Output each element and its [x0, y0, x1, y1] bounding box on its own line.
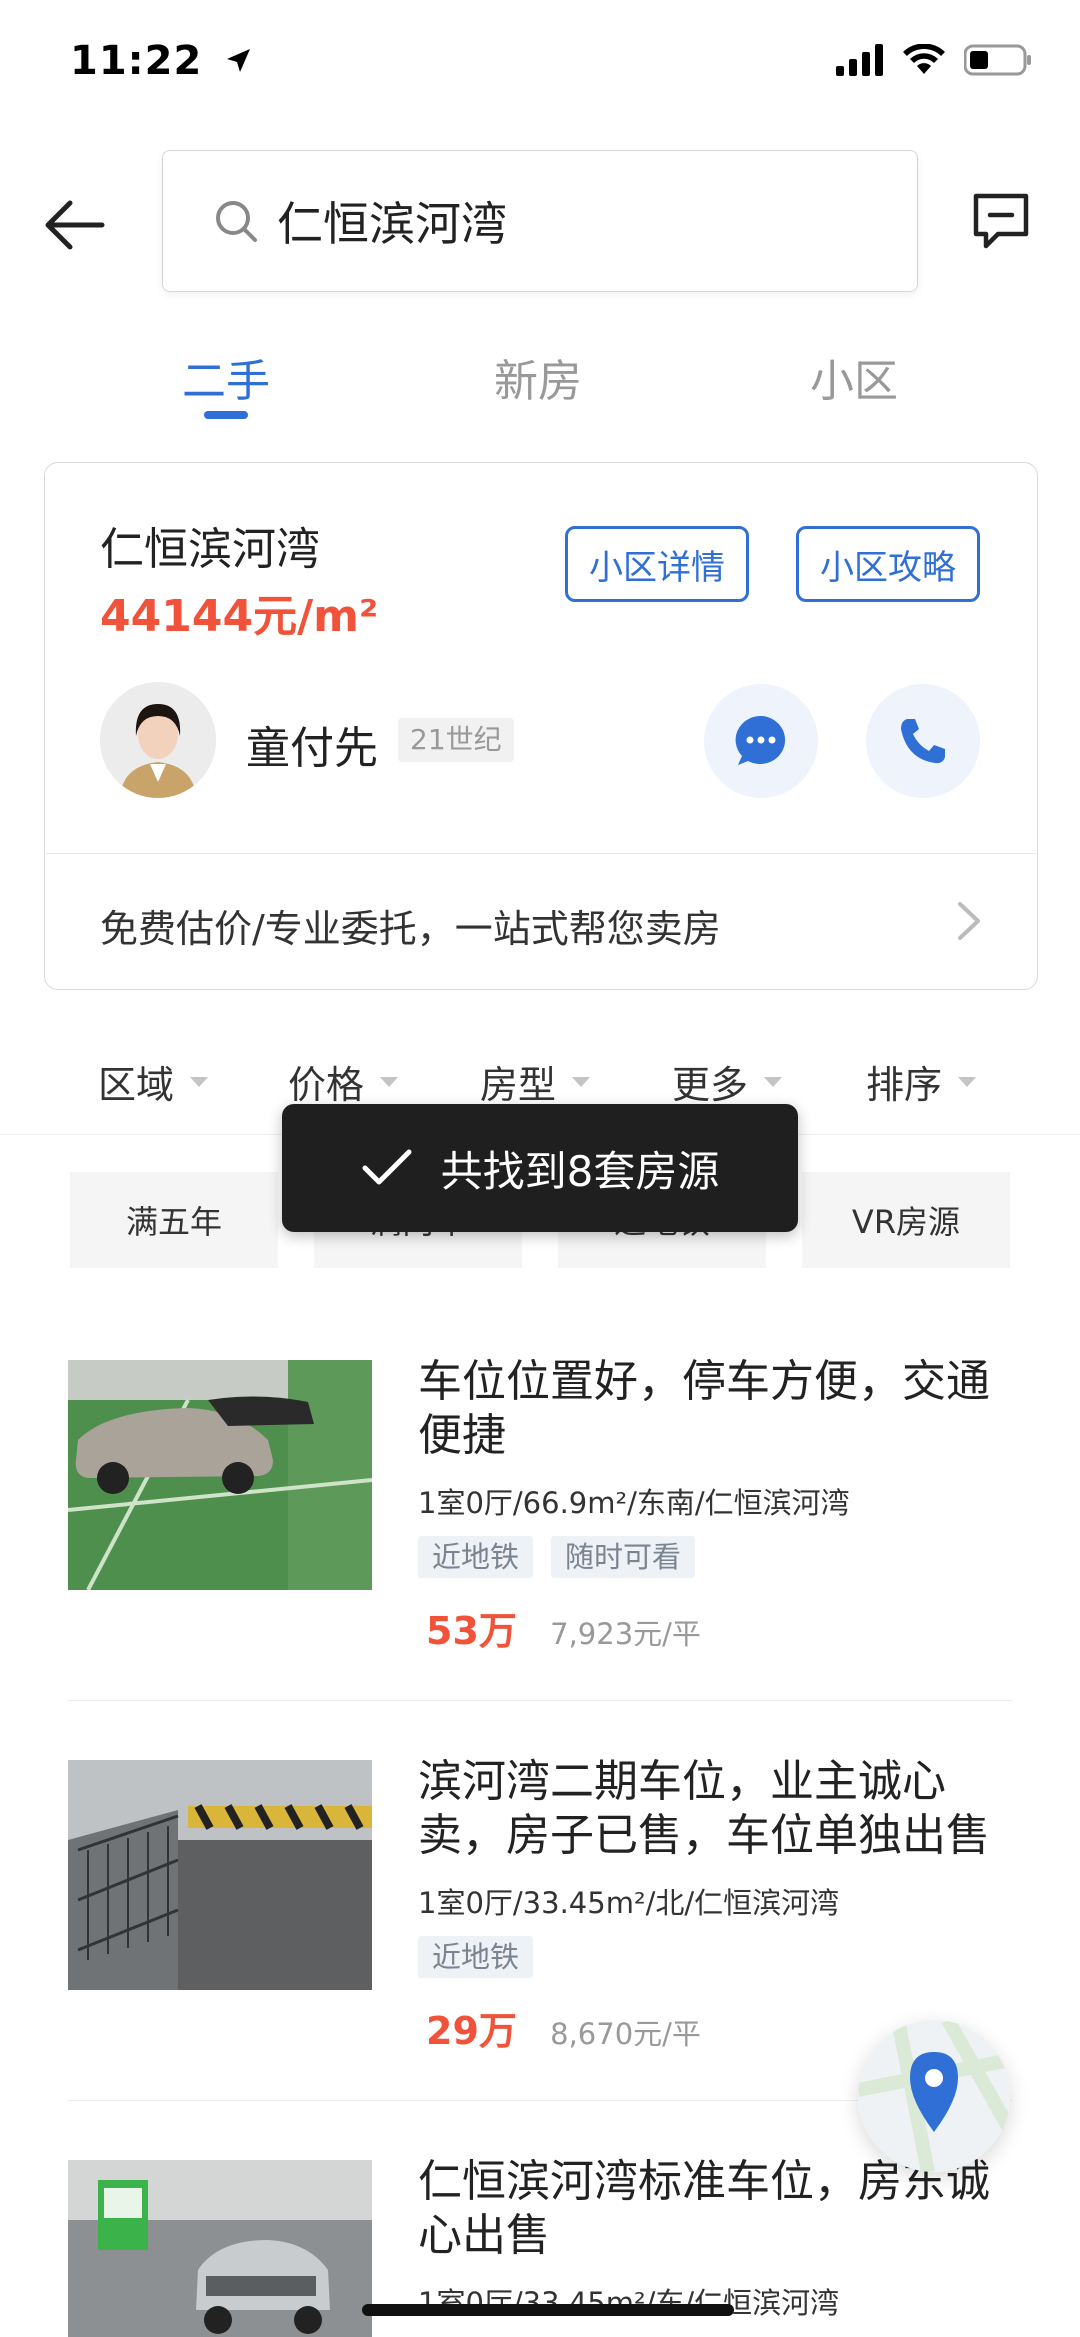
- tag: 近地铁: [418, 1936, 534, 1978]
- status-icons: [836, 44, 1032, 76]
- community-name: 仁恒滨河湾: [100, 524, 320, 575]
- search-icon: [216, 201, 257, 242]
- agent-name: 童付先: [246, 723, 378, 774]
- filter-layout[interactable]: 房型: [480, 1054, 591, 1109]
- card-divider: [46, 853, 1036, 854]
- dropdown-arrow-icon: [958, 1076, 977, 1087]
- filter-price-label: 价格: [288, 1063, 365, 1107]
- search-query: 仁恒滨河湾: [277, 197, 507, 251]
- listing-image[interactable]: [68, 1760, 372, 1990]
- sell-service-link[interactable]: 免费估价/专业委托，一站式帮您卖房: [100, 898, 721, 953]
- tab-community[interactable]: 小区: [810, 345, 898, 409]
- dropdown-arrow-icon: [764, 1076, 783, 1087]
- listing-title-text: 滨河湾二期车位，业主诚心卖，房子已售，车位单独出售: [418, 1756, 990, 1861]
- tab-second-hand[interactable]: 二手: [182, 345, 270, 409]
- listing-image[interactable]: [68, 1360, 372, 1590]
- agent-company-badge: 21世纪: [398, 718, 514, 762]
- dropdown-arrow-icon: [380, 1076, 399, 1087]
- tab-indicator: [204, 411, 248, 419]
- listing-meta: 1室0厅/66.9m²/东南/仁恒滨河湾: [418, 1486, 850, 1520]
- wifi-icon: [903, 44, 945, 74]
- filter-more[interactable]: 更多: [672, 1054, 783, 1109]
- chevron-right-icon: [950, 898, 986, 944]
- parking-photo-icon: [68, 1360, 372, 1590]
- listing-image[interactable]: [68, 2160, 372, 2337]
- map-button[interactable]: [858, 2020, 1010, 2172]
- listing-title-text: 车位位置好，停车方便，交通便捷: [418, 1356, 990, 1461]
- home-indicator: [362, 2304, 734, 2316]
- filter-area[interactable]: 区域: [98, 1054, 209, 1109]
- listing-title[interactable]: 车位位置好，停车方便，交通便捷: [418, 1355, 1018, 1463]
- filter-more-label: 更多: [672, 1063, 749, 1107]
- parking-photo-icon: [68, 2160, 372, 2337]
- listing-price: 29万 8,670元/平: [426, 2000, 701, 2055]
- location-arrow-icon: [227, 49, 251, 72]
- filter-price[interactable]: 价格: [288, 1054, 399, 1109]
- listing-tags: 近地铁: [418, 1936, 534, 1978]
- chat-bubble-icon: [735, 715, 786, 765]
- chip-vr[interactable]: VR房源: [802, 1172, 1010, 1268]
- chat-agent-button[interactable]: [704, 684, 818, 798]
- back-arrow-icon: [45, 200, 105, 250]
- agent-avatar[interactable]: [100, 682, 216, 798]
- filter-layout-label: 房型: [480, 1063, 557, 1107]
- dropdown-arrow-icon: [190, 1076, 209, 1087]
- filter-sort[interactable]: 排序: [866, 1054, 977, 1109]
- listing-meta: 1室0厅/33.45m²/北/仁恒滨河湾: [418, 1886, 840, 1920]
- listing-total-price: 53万: [426, 1609, 517, 1653]
- back-button[interactable]: [40, 190, 110, 260]
- listing-total-price: 29万: [426, 2009, 517, 2053]
- tab-new-house[interactable]: 新房: [494, 345, 582, 409]
- tag: 随时可看: [551, 1536, 696, 1578]
- listing-price: 53万 7,923元/平: [426, 1600, 701, 1655]
- listing-title[interactable]: 滨河湾二期车位，业主诚心卖，房子已售，车位单独出售: [418, 1755, 1018, 1863]
- tag: 近地铁: [418, 1536, 534, 1578]
- list-divider: [68, 1700, 1012, 1701]
- call-agent-button[interactable]: [866, 684, 980, 798]
- chip-five-years[interactable]: 满五年: [70, 1172, 278, 1268]
- filter-area-label: 区域: [98, 1063, 175, 1107]
- community-price: 44144元/m²: [100, 591, 379, 642]
- status-time: 11:22: [70, 38, 253, 84]
- listing-unit-price: 7,923元/平: [550, 1617, 701, 1651]
- filter-sort-label: 排序: [866, 1063, 943, 1107]
- message-button[interactable]: [968, 188, 1034, 254]
- toast-text: 共找到8套房源: [440, 1146, 720, 1196]
- signal-icon: [836, 44, 883, 76]
- result-toast: 共找到8套房源: [282, 1104, 798, 1232]
- listing-tags: 近地铁 随时可看: [418, 1536, 696, 1578]
- parking-photo-icon: [68, 1760, 372, 1990]
- message-icon: [973, 193, 1029, 249]
- phone-icon: [901, 719, 945, 764]
- community-detail-button[interactable]: 小区详情: [565, 526, 749, 602]
- search-input[interactable]: 仁恒滨河湾: [162, 150, 918, 292]
- community-guide-button[interactable]: 小区攻略: [796, 526, 980, 602]
- battery-icon: [964, 44, 1031, 76]
- dropdown-arrow-icon: [572, 1076, 591, 1087]
- map-pin-icon: [858, 2020, 1010, 2172]
- check-icon: [362, 1149, 412, 1185]
- agent-photo-icon: [100, 682, 216, 798]
- listing-unit-price: 8,670元/平: [550, 2017, 701, 2051]
